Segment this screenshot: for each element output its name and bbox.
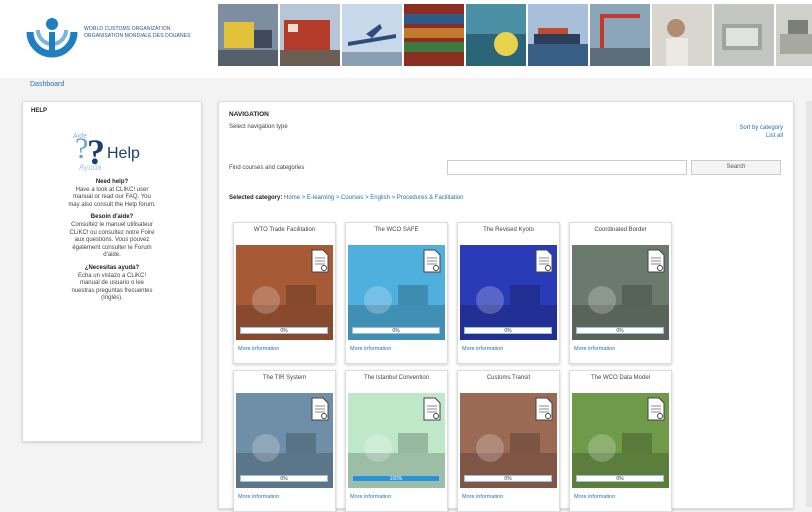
search-button[interactable]: Search xyxy=(691,160,781,175)
office-photo xyxy=(714,4,774,66)
help-heading-fr: Besoin d'aide? xyxy=(90,214,134,221)
more-information-link[interactable]: More information xyxy=(350,346,391,352)
sort-by-category-link[interactable]: Sort by category xyxy=(739,125,783,131)
right-scrollbar[interactable] xyxy=(806,101,812,507)
logo-text-line2: ORGANISATION MONDIALE DES DOUANES xyxy=(84,33,191,39)
course-document-icon xyxy=(423,397,441,421)
site-header: WORLD CUSTOMS ORGANIZATION ORGANISATION … xyxy=(0,0,812,78)
course-card[interactable]: The Istanbul Convention 100% More informat… xyxy=(345,370,448,512)
course-title[interactable]: WTO Trade Facilitation xyxy=(234,223,335,237)
course-document-icon xyxy=(423,249,441,273)
logo-text-line1: WORLD CUSTOMS ORGANIZATION xyxy=(84,26,171,32)
logo-text: WORLD CUSTOMS ORGANIZATION ORGANISATION … xyxy=(84,26,191,40)
cargo-ship-photo xyxy=(528,4,588,66)
more-information-link[interactable]: More information xyxy=(238,494,279,500)
more-information-link[interactable]: More information xyxy=(574,346,615,352)
crane-photo xyxy=(590,4,650,66)
course-document-icon xyxy=(647,397,665,421)
help-text-fr[interactable]: Consultez le manuel utilisateur CLiKC! o… xyxy=(23,222,201,260)
help-title: HELP xyxy=(31,108,48,114)
wco-logo-icon[interactable] xyxy=(22,12,82,64)
containers-photo xyxy=(404,4,464,66)
course-card[interactable]: The TIR System 0% More information xyxy=(233,370,336,512)
course-document-icon xyxy=(311,397,329,421)
help-question-icon: ? ? Aide Ayuda Help xyxy=(73,132,140,172)
airplane-photo xyxy=(342,4,402,66)
find-courses-label: Find courses and categories xyxy=(229,165,305,171)
course-progress-bar: 0% xyxy=(352,327,440,334)
help-body: Need help? Have a look at CLIKC! user ma… xyxy=(23,174,201,303)
course-title[interactable]: The Revised Kyoto xyxy=(458,223,559,237)
course-document-icon xyxy=(535,249,553,273)
navigation-title: NAVIGATION xyxy=(229,111,269,118)
course-card[interactable]: The Revised Kyoto 0% More information xyxy=(457,222,560,364)
course-progress-bar: 0% xyxy=(464,475,552,482)
course-card[interactable]: Coordinated Border 0% More information xyxy=(569,222,672,364)
more-information-link[interactable]: More information xyxy=(238,346,279,352)
dashboard-link[interactable]: Dashboard xyxy=(30,81,64,88)
course-title[interactable]: The WCO SAFE xyxy=(346,223,447,237)
breadcrumb: Selected category: Home > E-learning > C… xyxy=(229,195,463,201)
train-photo xyxy=(280,4,340,66)
search-input[interactable] xyxy=(447,160,687,175)
help-graphic-word: Help xyxy=(107,145,140,162)
course-title[interactable]: Customs Transit xyxy=(458,371,559,385)
help-heading-es: ¿Necesitas ayuda? xyxy=(84,264,140,271)
course-progress-bar: 0% xyxy=(464,327,552,334)
list-all-link[interactable]: List all xyxy=(766,133,783,139)
course-title[interactable]: The Istanbul Convention xyxy=(346,371,447,385)
sort-links: Sort by category List all xyxy=(739,124,783,140)
navigation-panel: NAVIGATION Select navigation type Sort b… xyxy=(218,101,794,512)
more-information-link[interactable]: More information xyxy=(350,494,391,500)
more-information-link[interactable]: More information xyxy=(462,494,503,500)
course-card[interactable]: The WCO Data Model 0% More information xyxy=(569,370,672,512)
truck-photo xyxy=(218,4,278,66)
breadcrumb-label: Selected category: xyxy=(229,195,283,201)
port-worker-photo xyxy=(466,4,526,66)
inspector-photo xyxy=(652,4,712,66)
course-title[interactable]: The WCO Data Model xyxy=(570,371,671,385)
help-text-en[interactable]: Have a look at CLIKC! user manual or rea… xyxy=(23,187,201,210)
course-card[interactable]: The WCO SAFE 0% More information xyxy=(345,222,448,364)
breadcrumb-path[interactable]: Home > E-learning > Courses > English > … xyxy=(284,195,463,201)
help-text-es[interactable]: Echa un vistazo a CLiKC! manual de usuar… xyxy=(23,273,201,303)
course-progress-bar: 0% xyxy=(576,475,664,482)
course-document-icon xyxy=(647,249,665,273)
course-title[interactable]: The TIR System xyxy=(234,371,335,385)
course-card[interactable]: Customs Transit 0% More information xyxy=(457,370,560,512)
svg-text:Aide: Aide xyxy=(73,133,87,140)
course-card[interactable]: WTO Trade Facilitation 0% More information xyxy=(233,222,336,364)
svg-text:Ayuda: Ayuda xyxy=(79,163,102,172)
course-title[interactable]: Coordinated Border xyxy=(570,223,671,237)
course-progress-bar: 0% xyxy=(576,327,664,334)
course-document-icon xyxy=(535,397,553,421)
course-progress-bar: 100% xyxy=(352,475,440,482)
help-panel: HELP ? ? Aide Ayuda Help Need help? Have… xyxy=(22,101,202,442)
course-progress-bar: 0% xyxy=(240,327,328,334)
help-heading-en: Need help? xyxy=(95,179,129,185)
banner-strip xyxy=(218,4,812,66)
desk-photo xyxy=(776,4,812,66)
navigation-subtitle: Select navigation type xyxy=(229,124,288,130)
course-progress-bar: 0% xyxy=(240,475,328,482)
more-information-link[interactable]: More information xyxy=(574,494,615,500)
course-document-icon xyxy=(311,249,329,273)
more-information-link[interactable]: More information xyxy=(462,346,503,352)
